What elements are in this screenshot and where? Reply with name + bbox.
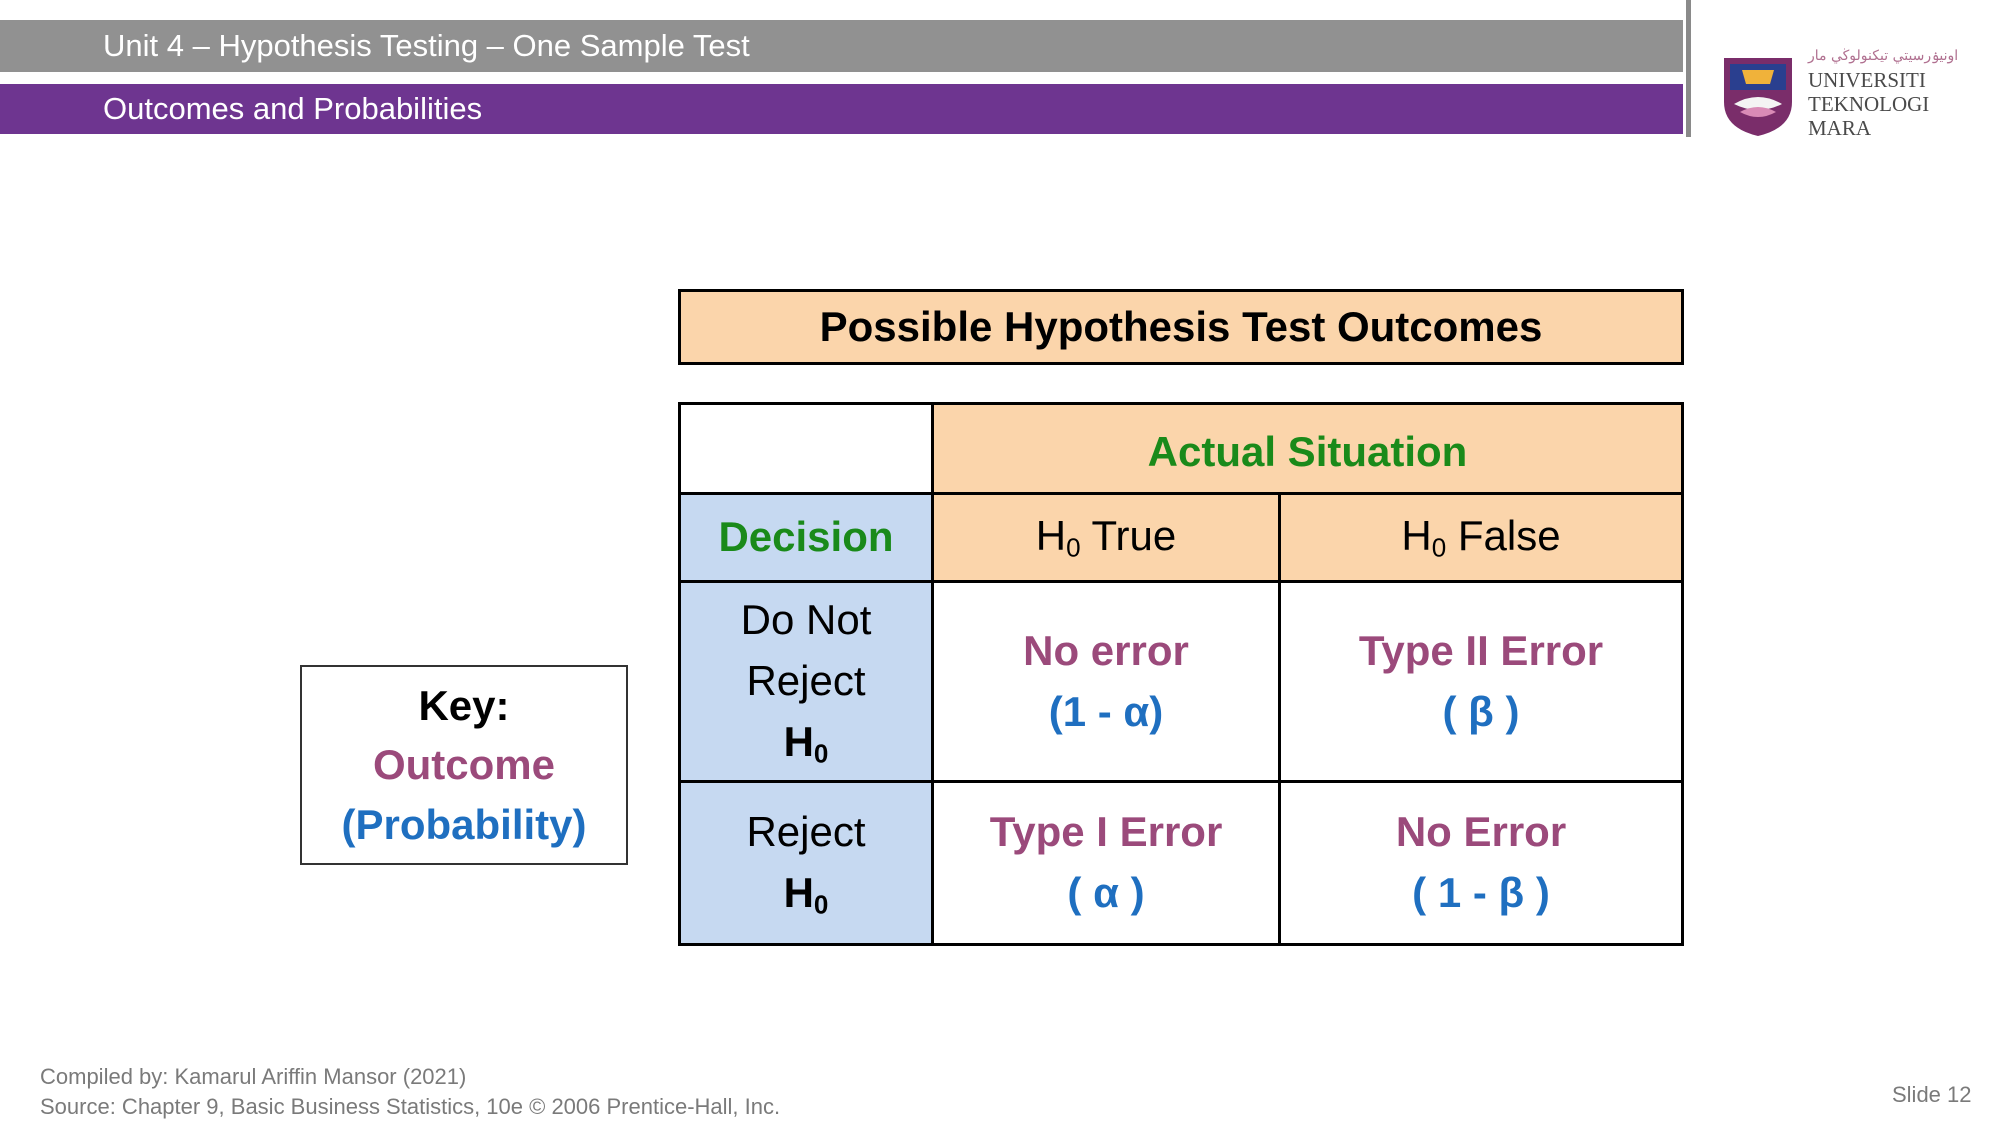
- footer-source: Source: Chapter 9, Basic Business Statis…: [40, 1094, 781, 1119]
- type-ii-error-probability: ( β ): [1442, 687, 1520, 735]
- grid-line: [1278, 492, 1281, 943]
- key-outcome: Outcome: [372, 741, 556, 789]
- logo-line-universiti: UNIVERSITI: [1808, 68, 1926, 92]
- grid-line: [681, 780, 1681, 783]
- h0-true-label: H0 True: [1035, 512, 1177, 563]
- h0-false-header: H0 False: [1281, 495, 1681, 580]
- unit-title: Unit 4 – Hypothesis Testing – One Sample…: [103, 28, 750, 63]
- section-title: Outcomes and Probabilities: [103, 91, 483, 126]
- key-probability: (Probability): [341, 800, 587, 848]
- uitm-crest-logo: [1724, 58, 1792, 136]
- outcomes-table: Actual Situation Decision H0 True H0 Fal…: [678, 402, 1684, 946]
- slide-number: Slide 12: [1892, 1082, 1972, 1107]
- grid-line: [931, 405, 934, 943]
- h0-true-header: H0 True: [934, 495, 1278, 580]
- do-not-reject-row-header: Do Not Reject H0: [681, 583, 931, 780]
- decision-header: Decision: [681, 495, 931, 580]
- decision-label: Decision: [718, 513, 894, 561]
- logo-line-teknologi: TEKNOLOGI: [1808, 92, 1930, 116]
- no-error-reject-probability: ( 1 - β ): [1412, 869, 1550, 916]
- h0-false-label: H0 False: [1401, 512, 1561, 563]
- grid-line: [681, 492, 1681, 495]
- empty-corner-cell: [681, 405, 931, 492]
- no-error-reject-outcome: No Error: [1395, 808, 1567, 856]
- section-title-bar: Outcomes and Probabilities: [0, 84, 1683, 134]
- actual-situation-label: Actual Situation: [1147, 428, 1468, 476]
- do-not-reject-line2: Reject: [746, 656, 866, 704]
- table-title-text: Possible Hypothesis Test Outcomes: [819, 303, 1543, 350]
- footer-compiled-by: Compiled by: Kamarul Ariffin Mansor (202…: [40, 1064, 467, 1089]
- reject-row-header: Reject H0: [681, 783, 931, 943]
- unit-title-bar: Unit 4 – Hypothesis Testing – One Sample…: [0, 20, 1683, 72]
- cell-type-i-error: Type I Error ( α ): [934, 783, 1278, 943]
- logo-jawi-text: اونيۏرسيتي تيكنولوڬي مار: [1808, 48, 1959, 64]
- university-logo: اونيۏرسيتي تيكنولوڬي مار UNIVERSITI TEKN…: [1720, 44, 1957, 144]
- cell-type-ii-error: Type II Error ( β ): [1281, 583, 1681, 780]
- grid-line: [681, 580, 1681, 583]
- no-error-outcome: No error: [1023, 626, 1189, 674]
- key-title: Key:: [418, 681, 510, 729]
- logo-line-mara: MARA: [1808, 116, 1872, 140]
- type-ii-error-outcome: Type II Error: [1358, 626, 1604, 674]
- table-title: Possible Hypothesis Test Outcomes: [678, 289, 1684, 365]
- actual-situation-header: Actual Situation: [934, 405, 1681, 492]
- cell-no-error-reject: No Error ( 1 - β ): [1281, 783, 1681, 943]
- reject-h0: H0: [783, 868, 829, 920]
- header-divider: [1686, 0, 1691, 137]
- type-i-error-probability: ( α ): [1067, 869, 1145, 916]
- reject-line1: Reject: [746, 807, 866, 855]
- key-legend: Key: Outcome (Probability): [300, 665, 628, 865]
- type-i-error-outcome: Type I Error: [989, 808, 1223, 856]
- do-not-reject-line1: Do Not: [740, 595, 872, 643]
- no-error-probability: (1 - α): [1048, 687, 1164, 735]
- cell-no-error: No error (1 - α): [934, 583, 1278, 780]
- do-not-reject-h0: H0: [783, 717, 829, 769]
